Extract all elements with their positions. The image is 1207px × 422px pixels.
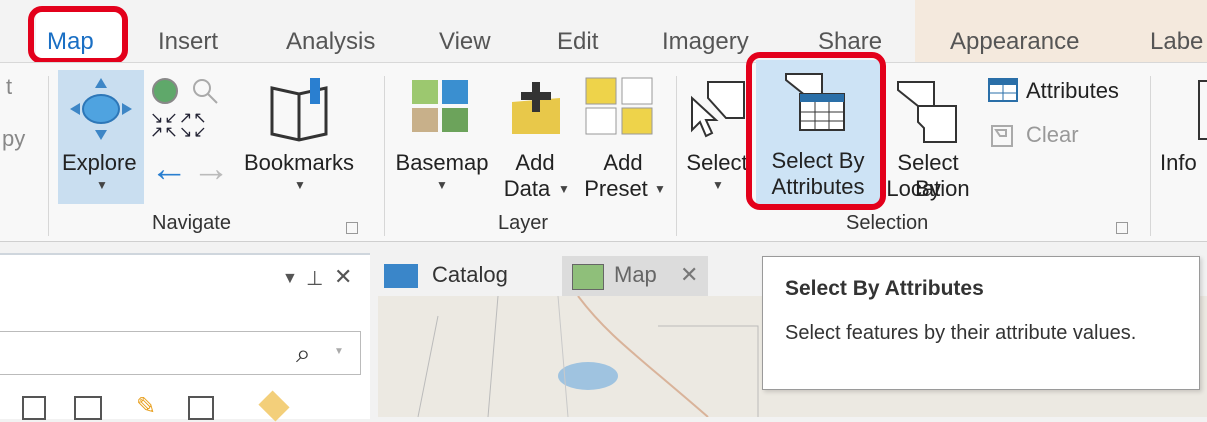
select-by-location-icon <box>897 81 957 143</box>
add-preset-dropdown-icon: ▼ <box>654 182 666 196</box>
separator <box>384 76 385 236</box>
tab-map-view[interactable]: Map ✕ <box>562 256 708 296</box>
attributes-label: Attributes <box>1026 78 1119 103</box>
add-preset-label-2: Preset <box>584 176 648 201</box>
map-tab-label: Map <box>614 262 657 287</box>
attributes-table-icon <box>988 78 1018 102</box>
info-label: Info <box>1160 150 1197 175</box>
add-preset-button[interactable]: Add Preset ▼ <box>578 70 668 204</box>
contents-toolbar: ✎ <box>22 390 322 422</box>
selection-group-label: Selection <box>846 212 929 234</box>
clipped-label-mid: py <box>2 126 26 151</box>
layer-group-label: Layer <box>498 212 549 234</box>
attributes-button[interactable]: Attributes <box>986 74 1146 108</box>
separator <box>1150 76 1151 236</box>
bookmarks-icon <box>270 78 328 142</box>
clear-button[interactable]: Clear <box>986 118 1106 152</box>
tab-view[interactable]: View <box>439 28 491 56</box>
basemap-label: Basemap <box>395 150 489 175</box>
tooltip-body: Select features by their attribute value… <box>785 322 1137 344</box>
fixed-zoom-icons[interactable]: ↘↙↗↖ ↗↖↘↙ <box>150 111 208 141</box>
select-icon <box>691 81 745 138</box>
search-icon: ⌕ <box>296 338 311 368</box>
separator <box>676 76 677 236</box>
basemap-icon <box>412 80 468 132</box>
tab-insert[interactable]: Insert <box>158 28 218 56</box>
tooltip-title: Select By Attributes <box>785 277 984 300</box>
previous-extent-icon[interactable]: ← <box>150 150 188 188</box>
next-extent-icon[interactable]: → <box>192 150 230 188</box>
tab-labeling[interactable]: Labe <box>1150 28 1203 56</box>
separator <box>48 76 49 236</box>
select-dropdown-icon: ▼ <box>712 178 724 192</box>
add-data-icon <box>512 82 560 134</box>
explore-dropdown-icon: ▼ <box>96 178 108 192</box>
navigate-launcher-icon[interactable] <box>346 222 358 234</box>
clear-label: Clear <box>1026 122 1079 147</box>
select-button[interactable]: Select ▼ <box>682 70 752 204</box>
add-data-dropdown-icon: ▼ <box>558 182 570 196</box>
add-preset-label-1: Add <box>603 150 643 175</box>
add-data-label-2: Data <box>503 176 551 201</box>
close-tab-icon[interactable]: ✕ <box>680 262 698 288</box>
tab-analysis[interactable]: Analysis <box>286 28 375 56</box>
pin-icon[interactable]: ⊥ <box>306 266 323 291</box>
add-preset-icon <box>585 77 653 135</box>
info-button[interactable]: Info <box>1160 70 1207 204</box>
tab-edit[interactable]: Edit <box>557 28 598 56</box>
zoom-to-selection-icon[interactable] <box>190 76 220 106</box>
explore-label: Explore <box>62 150 137 175</box>
clear-selection-icon <box>991 125 1013 147</box>
list-by-drawing-order-icon[interactable] <box>22 396 46 420</box>
add-data-label-1: Add <box>515 150 555 175</box>
tooltip: Select By Attributes Select features by … <box>762 256 1200 390</box>
list-by-source-icon[interactable] <box>74 396 102 420</box>
add-data-button[interactable]: Add Data ▼ <box>494 70 576 204</box>
select-label: Select <box>686 150 748 175</box>
select-by-location-button[interactable]: Select By Location <box>884 70 984 204</box>
explore-icon <box>70 78 132 140</box>
catalog-tab-label: Catalog <box>432 262 508 287</box>
list-by-selection-icon[interactable] <box>188 396 214 420</box>
highlight-select-by-attributes <box>746 52 886 210</box>
basemap-button[interactable]: Basemap ▼ <box>392 70 492 204</box>
catalog-folder-icon <box>384 264 418 288</box>
search-input[interactable]: ⌕ ▼ <box>0 331 361 375</box>
explore-button[interactable]: Explore ▼ <box>58 70 144 204</box>
tab-appearance[interactable]: Appearance <box>950 28 1079 56</box>
close-pane-icon[interactable]: ✕ <box>334 264 352 290</box>
tab-imagery[interactable]: Imagery <box>662 28 749 56</box>
info-icon <box>1198 80 1207 140</box>
highlight-map-tab <box>28 6 128 64</box>
selection-launcher-icon[interactable] <box>1116 222 1128 234</box>
bookmarks-dropdown-icon: ▼ <box>294 178 306 192</box>
select-by-location-label-2: Location <box>886 176 970 201</box>
pane-options-icon[interactable]: ▼ <box>282 270 298 288</box>
clipped-label-top: t <box>6 74 13 99</box>
bookmarks-label: Bookmarks <box>243 150 355 175</box>
basemap-dropdown-icon: ▼ <box>436 178 448 192</box>
search-dropdown-icon[interactable]: ▼ <box>334 346 344 357</box>
map-view-icon <box>572 264 604 290</box>
full-extent-icon[interactable] <box>150 76 180 106</box>
navigate-group-label: Navigate <box>152 212 231 234</box>
bookmarks-button[interactable]: Bookmarks ▼ <box>236 70 362 204</box>
